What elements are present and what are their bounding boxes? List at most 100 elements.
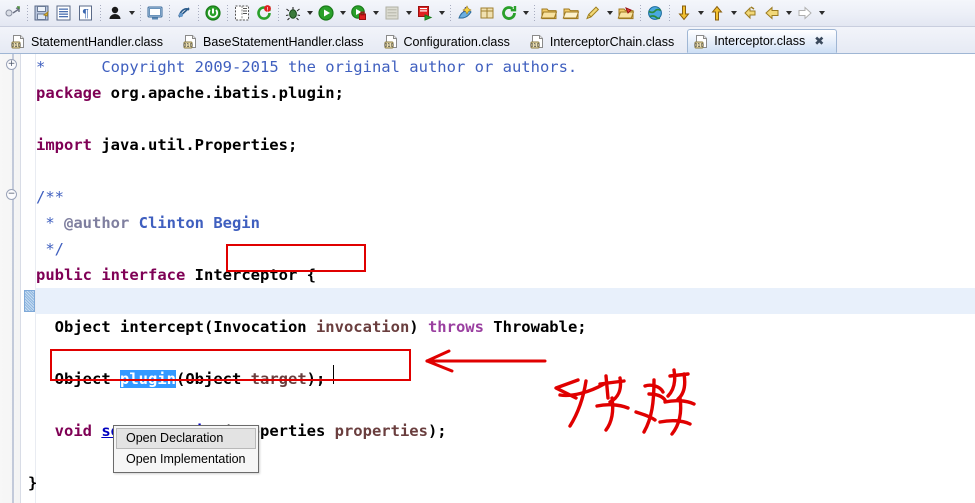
toolbar-separator bbox=[195, 2, 202, 24]
copyright-star: * bbox=[36, 58, 46, 76]
interface-keyword: interface bbox=[92, 266, 186, 284]
tab-statementhandler[interactable]: 010 StatementHandler.class bbox=[4, 29, 176, 53]
toolbar-separator bbox=[97, 2, 104, 24]
refresh-icon[interactable] bbox=[498, 2, 520, 24]
throws-keyword: throws bbox=[427, 318, 484, 336]
package-keyword: package bbox=[36, 84, 102, 102]
tab-label: BaseStatementHandler.class bbox=[203, 34, 364, 49]
intercept-arg-type: Invocation bbox=[213, 318, 307, 336]
svg-text:010: 010 bbox=[530, 43, 540, 49]
open-folder-icon[interactable] bbox=[538, 2, 560, 24]
previous-annotation-dropdown-arrow[interactable] bbox=[728, 2, 739, 24]
toolbar-separator bbox=[24, 2, 31, 24]
new-package-icon[interactable] bbox=[476, 2, 498, 24]
svg-text:010: 010 bbox=[384, 43, 394, 49]
toolbar-separator bbox=[275, 2, 282, 24]
code-line-javadoc-open: /** bbox=[36, 188, 64, 206]
forward-dropdown-arrow[interactable] bbox=[816, 2, 827, 24]
svg-text:¶: ¶ bbox=[82, 7, 89, 20]
open-resource-icon[interactable] bbox=[560, 2, 582, 24]
tab-basestatementhandler[interactable]: 010 BaseStatementHandler.class bbox=[176, 29, 377, 53]
run-secure-dropdown-arrow[interactable] bbox=[370, 2, 381, 24]
toolbar-separator bbox=[447, 2, 454, 24]
refresh-error-icon[interactable]: ! bbox=[253, 2, 275, 24]
editor-tab-bar: 010 StatementHandler.class 010 BaseState… bbox=[0, 27, 975, 54]
save-icon[interactable] bbox=[31, 2, 53, 24]
menu-item-open-declaration[interactable]: Open Declaration bbox=[116, 428, 256, 449]
debug-icon[interactable] bbox=[282, 2, 304, 24]
new-wizard-icon[interactable] bbox=[2, 2, 24, 24]
external-tools-icon[interactable] bbox=[414, 2, 436, 24]
import-keyword: import bbox=[36, 136, 92, 154]
new-java-class-icon[interactable]: A bbox=[454, 2, 476, 24]
coverage-icon[interactable] bbox=[381, 2, 403, 24]
refresh-dropdown-arrow[interactable] bbox=[520, 2, 531, 24]
terminate-icon[interactable] bbox=[202, 2, 224, 24]
code-line-plugin: Object plugin(Object target); bbox=[36, 370, 326, 388]
class-file-icon: 010 bbox=[11, 34, 26, 49]
next-annotation-icon[interactable] bbox=[673, 2, 695, 24]
package-value: org.apache.ibatis.plugin; bbox=[101, 84, 344, 102]
console-icon[interactable] bbox=[144, 2, 166, 24]
interface-open-brace: { bbox=[297, 266, 316, 284]
search-dropdown-arrow[interactable] bbox=[604, 2, 615, 24]
setproperties-arg-name: properties bbox=[334, 422, 428, 440]
tab-label: Interceptor.class bbox=[714, 34, 806, 48]
svg-text:!: ! bbox=[266, 6, 268, 13]
code-line-javadoc-close: */ bbox=[36, 240, 64, 258]
back-icon[interactable] bbox=[761, 2, 783, 24]
tab-configuration[interactable]: 010 Configuration.class bbox=[377, 29, 523, 53]
javadoc-author-name: Clinton Begin bbox=[129, 214, 260, 232]
toolbar-separator bbox=[166, 2, 173, 24]
back-dropdown-arrow[interactable] bbox=[783, 2, 794, 24]
code-editor[interactable]: + − * Copyright 2009-2015 the original a… bbox=[0, 54, 975, 503]
run-icon[interactable] bbox=[315, 2, 337, 24]
skip-breakpoints-icon[interactable] bbox=[173, 2, 195, 24]
toolbar-separator bbox=[531, 2, 538, 24]
debug-dropdown-arrow[interactable] bbox=[304, 2, 315, 24]
svg-text:010: 010 bbox=[694, 42, 704, 48]
class-file-icon: 010 bbox=[384, 34, 399, 49]
save-all-icon[interactable] bbox=[53, 2, 75, 24]
hyperlink-context-menu[interactable]: Open Declaration Open Implementation bbox=[113, 425, 259, 473]
tab-interceptorchain[interactable]: 010 InterceptorChain.class bbox=[523, 29, 687, 53]
user-icon[interactable] bbox=[104, 2, 126, 24]
svg-text:010: 010 bbox=[11, 43, 21, 49]
close-icon[interactable]: ✖ bbox=[814, 34, 824, 48]
intercept-return: Object intercept( bbox=[36, 318, 214, 336]
toolbar-separator bbox=[666, 2, 673, 24]
class-file-icon: 010 bbox=[530, 34, 545, 49]
tab-label: InterceptorChain.class bbox=[549, 34, 675, 49]
next-annotation-dropdown-arrow[interactable] bbox=[695, 2, 706, 24]
plugin-return: Object bbox=[36, 370, 120, 388]
last-edit-location-icon[interactable] bbox=[739, 2, 761, 24]
user-dropdown-arrow[interactable] bbox=[126, 2, 137, 24]
toolbar-separator bbox=[224, 2, 231, 24]
previous-annotation-icon[interactable] bbox=[706, 2, 728, 24]
tab-interceptor[interactable]: 010 Interceptor.class ✖ bbox=[687, 29, 838, 53]
tab-label: Configuration.class bbox=[403, 34, 510, 49]
tab-label: StatementHandler.class bbox=[31, 34, 164, 49]
code-line-copyright: * Copyright 2009-2015 the original autho… bbox=[36, 54, 577, 80]
forward-icon[interactable] bbox=[794, 2, 816, 24]
open-type-icon[interactable] bbox=[231, 2, 253, 24]
run-secure-icon[interactable] bbox=[348, 2, 370, 24]
svg-text:010: 010 bbox=[183, 43, 193, 49]
intercept-arg-name: invocation bbox=[306, 318, 410, 336]
plugin-arg-name: target bbox=[250, 370, 307, 388]
interface-name: Interceptor bbox=[194, 266, 298, 284]
run-dropdown-arrow[interactable] bbox=[337, 2, 348, 24]
plugin-method-name-selected[interactable]: plugin bbox=[120, 370, 176, 388]
code-line-interface-decl: public interface Interceptor { bbox=[36, 262, 316, 288]
external-tools-dropdown-arrow[interactable] bbox=[436, 2, 447, 24]
search-icon[interactable] bbox=[582, 2, 604, 24]
print-icon[interactable]: ¶ bbox=[75, 2, 97, 24]
void-keyword: void bbox=[36, 422, 102, 440]
toolbar-separator bbox=[137, 2, 144, 24]
class-file-icon: 010 bbox=[694, 34, 709, 49]
web-browser-icon[interactable] bbox=[644, 2, 666, 24]
coverage-dropdown-arrow[interactable] bbox=[403, 2, 414, 24]
open-task-icon[interactable] bbox=[615, 2, 637, 24]
text-cursor bbox=[333, 365, 334, 384]
menu-item-open-implementation[interactable]: Open Implementation bbox=[116, 449, 256, 470]
